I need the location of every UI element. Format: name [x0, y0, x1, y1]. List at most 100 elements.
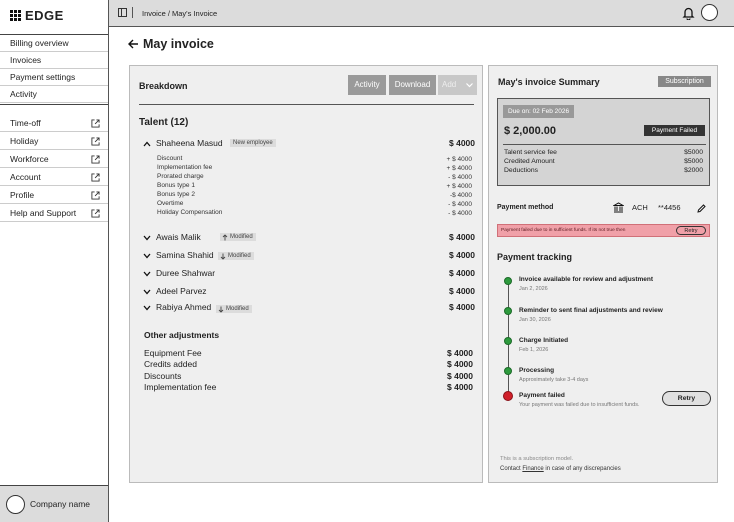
summary-line-amount: $2000: [684, 167, 703, 174]
alert-message: Payment failed due to in sufficient fund…: [501, 228, 626, 233]
sidebar-item-workforce[interactable]: Workforce: [0, 151, 108, 168]
talent-row[interactable]: Shaheena Masud New employee $ 4000: [143, 138, 475, 152]
detail-amount: - $ 4000: [448, 174, 472, 181]
timeline-step-date: Feb 1, 2026: [519, 347, 549, 353]
sidebar-item-time-off[interactable]: Time-off: [0, 115, 108, 132]
payment-status-badge: Payment Failed: [644, 125, 705, 136]
divider: [503, 144, 706, 145]
detail-amount: - $ 4000: [448, 201, 472, 208]
activity-button[interactable]: Activity: [348, 75, 386, 95]
invoice-summary-panel: May's invoice Summary Subscription Due o…: [488, 65, 718, 483]
status-badge-label: Modified: [228, 253, 251, 259]
talent-row[interactable]: Adeel Parvez $ 4000: [143, 286, 475, 300]
talent-amount: $ 4000: [449, 286, 475, 296]
timeline-step-done-icon: [504, 367, 512, 375]
talent-heading: Talent (12): [139, 117, 189, 128]
timeline-step-title: Invoice available for review and adjustm…: [519, 276, 654, 283]
summary-line-label: Talent service fee: [504, 149, 557, 156]
sidebar-item-label: Invoices: [10, 54, 42, 65]
sidebar-item-account[interactable]: Account: [0, 169, 108, 186]
timeline-step-title: Charge Initiated: [519, 337, 569, 344]
sidebar-item-label: Holiday: [10, 135, 39, 146]
talent-row[interactable]: Rabiya Ahmed Modified $ 4000: [143, 302, 475, 316]
adjustment-label: Equipment Fee: [144, 348, 202, 358]
add-dropdown-label: Add: [442, 80, 457, 89]
chevron-down-icon[interactable]: [143, 305, 151, 311]
status-badge: Modified: [220, 233, 256, 241]
detail-label: Bonus type 1: [157, 182, 195, 189]
detail-label: Overtime: [157, 200, 184, 207]
sidebar-item-holiday[interactable]: Holiday: [0, 133, 108, 150]
detail-label: Holiday Compensation: [157, 209, 223, 216]
edit-pencil-icon[interactable]: [697, 204, 706, 213]
bank-icon: [613, 202, 624, 213]
breakdown-title: Breakdown: [139, 81, 188, 91]
external-link-icon: [91, 208, 100, 218]
external-link-icon: [91, 118, 100, 128]
sidebar-item-invoices[interactable]: Invoices: [0, 52, 108, 69]
sidebar-toggle-icon[interactable]: [118, 8, 127, 17]
external-link-icon: [91, 136, 100, 146]
chevron-up-icon[interactable]: [143, 141, 151, 147]
account-number: **4456: [658, 203, 681, 212]
talent-amount: $ 4000: [449, 250, 475, 260]
user-avatar[interactable]: [701, 4, 718, 21]
sidebar-divider: [0, 104, 108, 105]
external-link-icon: [91, 154, 100, 164]
invoice-total: $ 2,000.00: [504, 125, 556, 137]
back-arrow-icon[interactable]: [128, 39, 139, 49]
talent-amount: $ 4000: [449, 268, 475, 278]
sidebar-item-billing-overview[interactable]: Billing overview: [0, 35, 108, 52]
summary-line-amount: $5000: [684, 149, 703, 156]
detail-amount: + $ 4000: [446, 183, 472, 190]
talent-name: Awais Malik: [156, 232, 201, 242]
timeline-step-date: Jan 30, 2026: [519, 317, 551, 323]
bell-icon[interactable]: [682, 6, 695, 20]
page-title: May invoice: [128, 37, 214, 51]
add-dropdown[interactable]: Add: [438, 75, 477, 95]
arrow-down-icon: [220, 253, 226, 260]
chevron-down-icon[interactable]: [143, 289, 151, 295]
adjustment-amount: $ 4000: [447, 359, 473, 369]
sidebar-item-profile[interactable]: Profile: [0, 187, 108, 204]
sidebar-item-activity[interactable]: Activity: [0, 86, 108, 103]
timeline-step-date: Approximately take 3-4 days: [519, 377, 589, 383]
breakdown-panel: Breakdown Activity Download Add Talent (…: [129, 65, 483, 483]
divider: [132, 7, 133, 18]
adjustment-amount: $ 4000: [447, 348, 473, 358]
top-bar: Invoice / May's Invoice: [109, 0, 734, 27]
footer-contact-suffix: in case of any discrepancies: [545, 466, 621, 472]
adjustment-amount: $ 4000: [447, 382, 473, 392]
detail-label: Discount: [157, 155, 183, 162]
subscription-badge: Subscription: [658, 76, 711, 87]
detail-amount: - $ 4000: [448, 210, 472, 217]
chevron-down-icon[interactable]: [143, 235, 151, 241]
chevron-down-icon[interactable]: [143, 271, 151, 277]
sidebar-item-label: Activity: [10, 88, 37, 99]
retry-button[interactable]: Retry: [662, 391, 711, 406]
finance-link[interactable]: Finance: [522, 466, 543, 472]
detail-amount: -$ 4000: [449, 192, 472, 199]
sidebar-item-payment-settings[interactable]: Payment settings: [0, 69, 108, 86]
download-button[interactable]: Download: [389, 75, 436, 95]
company-switcher[interactable]: Company name: [0, 485, 108, 522]
timeline-step-date: Jan 2, 2026: [519, 286, 548, 292]
status-badge: New employee: [230, 139, 276, 147]
talent-row[interactable]: Samina Shahid Modified $ 4000: [143, 250, 475, 264]
brand-name: EDGE: [25, 8, 64, 23]
invoice-total-card: Due on: 02 Feb 2026 $ 2,000.00 Payment F…: [497, 98, 710, 186]
talent-name: Duree Shahwar: [156, 268, 216, 278]
talent-row[interactable]: Awais Malik Modified $ 4000: [143, 232, 475, 246]
alert-retry-button[interactable]: Retry: [676, 226, 706, 235]
breadcrumb[interactable]: Invoice / May's Invoice: [142, 9, 217, 18]
sidebar-item-label: Workforce: [10, 153, 49, 164]
footer-contact-prefix: Contact: [500, 466, 521, 472]
chevron-down-icon[interactable]: [143, 253, 151, 259]
footer-contact: Contact Finance in case of any discrepan…: [500, 466, 621, 472]
timeline-step-failed-icon: [503, 391, 513, 401]
other-adjustments-heading: Other adjustments: [144, 330, 220, 340]
sidebar-item-help-and-support[interactable]: Help and Support: [0, 205, 108, 222]
sidebar-item-label: Billing overview: [10, 37, 69, 48]
talent-row[interactable]: Duree Shahwar $ 4000: [143, 268, 475, 282]
brand-logo[interactable]: EDGE: [10, 8, 64, 23]
